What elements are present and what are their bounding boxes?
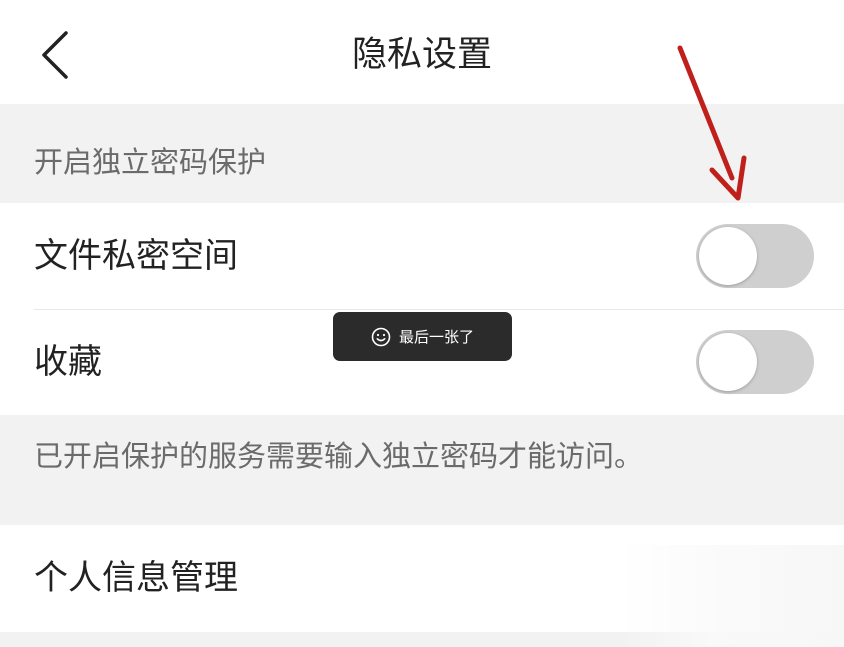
- privacy-settings-card: 文件私密空间 收藏: [0, 203, 844, 415]
- list-item-label: 个人信息管理: [34, 558, 238, 598]
- section-header: 开启独立密码保护: [34, 145, 267, 179]
- protection-footnote: 已开启保护的服务需要输入独立密码才能访问。: [34, 439, 644, 473]
- list-item-label: 文件私密空间: [34, 236, 238, 276]
- file-private-space-toggle[interactable]: [696, 224, 814, 288]
- navigation-header: 隐私设置: [0, 0, 844, 104]
- toast-message: 最后一张了: [333, 312, 512, 361]
- page-title: 隐私设置: [351, 35, 492, 75]
- smile-icon: [371, 327, 391, 346]
- blurred-region: [620, 545, 844, 647]
- toggle-knob: [699, 333, 757, 391]
- favorites-toggle[interactable]: [696, 330, 814, 394]
- toggle-knob: [699, 227, 757, 285]
- list-item-label: 收藏: [34, 342, 102, 382]
- toast-text: 最后一张了: [398, 328, 474, 346]
- list-item-file-private-space[interactable]: 文件私密空间: [0, 203, 844, 310]
